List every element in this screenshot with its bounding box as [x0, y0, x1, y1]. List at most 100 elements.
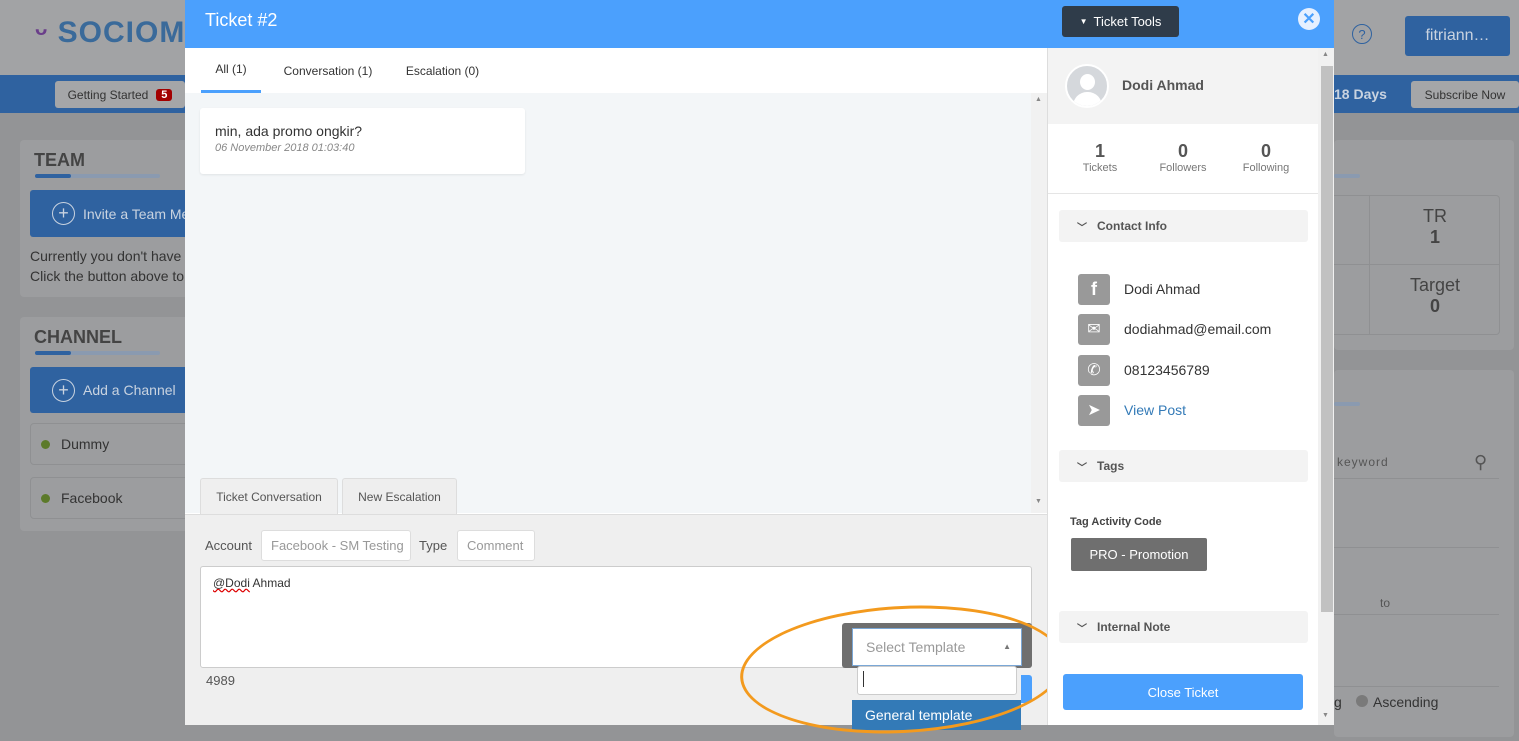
getting-started-label: Getting Started — [67, 87, 149, 102]
template-select[interactable]: Select Template ▲ — [852, 628, 1022, 666]
status-dot-icon — [41, 493, 50, 503]
title-underline — [1334, 174, 1360, 178]
channel-panel: CHANNEL + Add a Channel Dummy Facebook — [20, 317, 190, 531]
section-title: Tags — [1097, 459, 1125, 473]
message-text: min, ada promo ongkir? — [215, 123, 363, 139]
invite-team-member-button[interactable]: + Invite a Team Me — [30, 190, 190, 237]
tag-pill[interactable]: PRO - Promotion — [1071, 538, 1207, 571]
modal-title: Ticket #2 — [205, 10, 278, 30]
channel-item-facebook[interactable]: Facebook — [30, 477, 190, 519]
add-channel-label: Add a Channel — [83, 382, 176, 398]
stat-following: 0 Following — [1226, 141, 1306, 174]
tab-conversation[interactable]: Conversation (1) — [273, 48, 383, 93]
radio-ascending[interactable] — [1356, 695, 1368, 707]
type-label: Type — [419, 538, 448, 553]
scrollbar-thumb[interactable] — [1321, 66, 1333, 612]
chevron-down-icon: ﹀ — [1077, 623, 1087, 635]
account-label: Account — [205, 538, 252, 553]
stat-label: Target — [1409, 275, 1461, 295]
tab-ticket-conversation[interactable]: Ticket Conversation — [200, 478, 338, 515]
stat-target: Target 0 — [1370, 275, 1500, 317]
close-icon[interactable]: ✕ — [1298, 8, 1320, 30]
plus-icon: + — [52, 202, 75, 225]
contact-sidebar: Dodi Ahmad 1 Tickets 0 Followers 0 Followin… — [1047, 48, 1334, 725]
facebook-icon: f — [1078, 273, 1110, 305]
type-field[interactable]: Comment — [457, 530, 535, 561]
sort-ascending-label: Ascending — [1373, 694, 1439, 710]
contact-view-post: ➤ View Post — [1078, 394, 1186, 426]
template-placeholder: Select Template — [866, 639, 966, 655]
email-value: dodiahmad@email.com — [1124, 321, 1272, 337]
facebook-name: Dodi Ahmad — [1124, 281, 1201, 297]
getting-started-button[interactable]: Getting Started 5 — [55, 81, 185, 108]
help-icon[interactable]: ? — [1352, 24, 1372, 44]
send-button[interactable] — [1021, 675, 1032, 703]
team-panel: TEAM + Invite a Team Me Currently you don… — [20, 140, 190, 297]
contact-facebook: f Dodi Ahmad — [1078, 273, 1200, 305]
ticket-tools-label: Ticket Tools — [1093, 14, 1162, 29]
caret-up-icon: ▲ — [1003, 642, 1011, 651]
phone-value: 08123456789 — [1124, 362, 1210, 378]
message-bubble: min, ada promo ongkir? 06 November 2018 … — [200, 108, 525, 174]
getting-started-badge: 5 — [156, 88, 173, 101]
location-arrow-icon: ➤ — [1078, 394, 1110, 426]
search-icon[interactable]: ⚲ — [1474, 452, 1487, 473]
section-title: Internal Note — [1097, 620, 1171, 634]
team-empty-text-2: Click the button above to — [30, 268, 185, 284]
scroll-up-icon[interactable]: ▲ — [1035, 96, 1042, 103]
team-title: TEAM — [34, 150, 85, 170]
template-option-general[interactable]: General template — [852, 700, 1021, 730]
contact-email: ✉ dodiahmad@email.com — [1078, 313, 1271, 345]
mention-text: @Dodi — [213, 576, 250, 590]
channel-name: Facebook — [61, 490, 123, 506]
stat-value: 1 — [1094, 141, 1105, 161]
add-channel-button[interactable]: + Add a Channel — [30, 367, 190, 413]
ticket-modal: Ticket #2 ▼ Ticket Tools ✕ All (1) Conver… — [185, 0, 1334, 741]
caret-down-icon: ▼ — [1079, 17, 1088, 26]
conversation-scrollbar[interactable]: ▲ ▼ — [1031, 93, 1047, 513]
tab-new-escalation[interactable]: New Escalation — [342, 478, 457, 515]
scroll-up-icon[interactable]: ▲ — [1322, 51, 1329, 58]
scroll-down-icon[interactable]: ▼ — [1322, 712, 1329, 719]
contact-name: Dodi Ahmad — [1122, 77, 1204, 93]
channel-item-dummy[interactable]: Dummy — [30, 423, 190, 465]
stat-value: 0 — [1429, 296, 1440, 316]
phone-icon: ✆ — [1078, 354, 1110, 386]
message-date: 06 November 2018 01:03:40 — [215, 142, 355, 154]
stat-value: 0 — [1260, 141, 1271, 161]
envelope-icon: ✉ — [1078, 313, 1110, 345]
user-menu-button[interactable]: fitriann… — [1405, 16, 1510, 56]
contact-phone: ✆ 08123456789 — [1078, 354, 1210, 386]
reply-text: Ahmad — [249, 576, 291, 590]
stat-label: Followers — [1159, 162, 1207, 174]
tag-activity-label: Tag Activity Code — [1070, 516, 1162, 528]
internal-note-section[interactable]: ﹀ Internal Note — [1059, 611, 1308, 643]
scroll-down-icon[interactable]: ▼ — [1035, 498, 1042, 505]
filter-panel: keyword ⚲ to g Ascending — [1334, 370, 1514, 737]
stat-tr: TR 1 — [1370, 206, 1500, 248]
stat-value: 0 — [1177, 141, 1188, 161]
stat-label: TR — [1423, 206, 1447, 226]
tags-section[interactable]: ﹀ Tags — [1059, 450, 1308, 482]
section-title: Contact Info — [1097, 219, 1167, 233]
trial-days: 18 Days — [1334, 86, 1387, 102]
char-count: 4989 — [206, 673, 235, 688]
ticket-tools-button[interactable]: ▼ Ticket Tools — [1062, 6, 1179, 37]
account-field[interactable]: Facebook - SM Testing — [261, 530, 411, 561]
logo-mark-icon: ᵕ — [35, 16, 49, 49]
tab-escalation[interactable]: Escalation (0) — [395, 48, 490, 93]
search-input[interactable]: keyword — [1337, 455, 1389, 469]
tab-all[interactable]: All (1) — [201, 48, 261, 93]
stat-tickets: 1 Tickets — [1060, 141, 1140, 174]
logo[interactable]: ᵕ SOCIOM — [35, 16, 185, 50]
plus-icon: + — [52, 378, 75, 402]
title-underline — [35, 351, 160, 355]
view-post-link[interactable]: View Post — [1124, 402, 1186, 418]
template-search-input[interactable] — [857, 666, 1017, 695]
stat-value: 1 — [1429, 227, 1440, 247]
avatar — [1065, 64, 1109, 108]
subscribe-button[interactable]: Subscribe Now — [1411, 81, 1519, 108]
stats-panel: TR 1 Target 0 — [1334, 140, 1514, 350]
contact-info-section[interactable]: ﹀ Contact Info — [1059, 210, 1308, 242]
close-ticket-button[interactable]: Close Ticket — [1063, 674, 1303, 710]
